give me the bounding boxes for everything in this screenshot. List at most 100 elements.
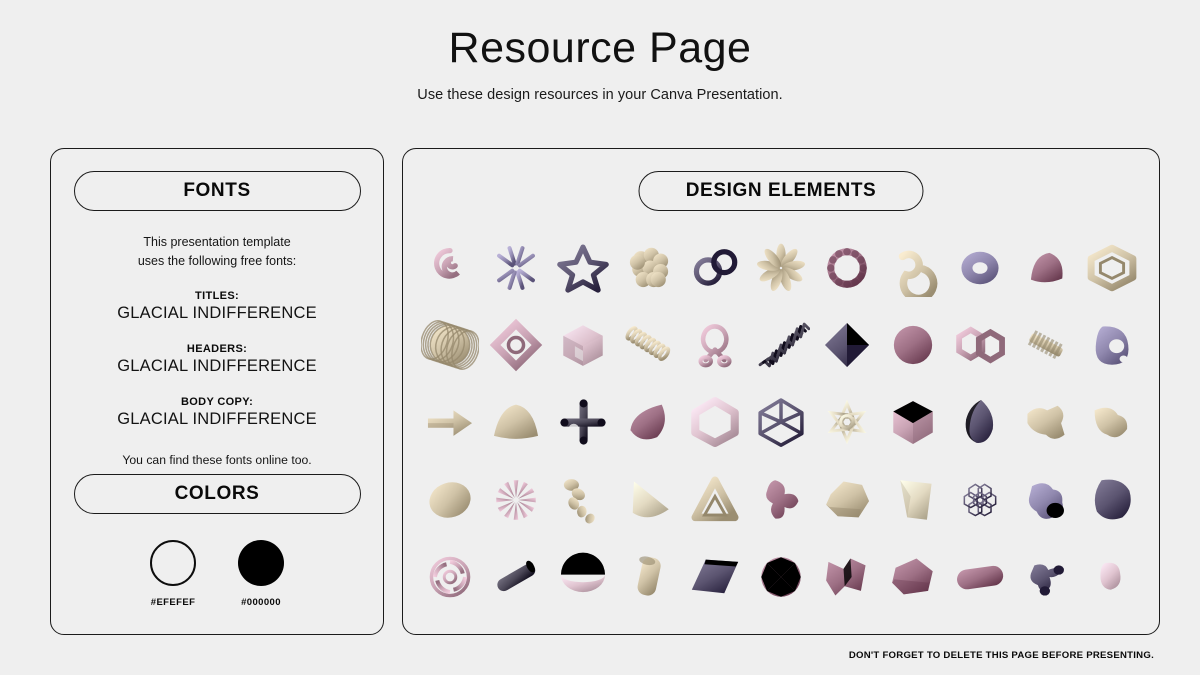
design-element-torus-donut[interactable] [949,233,1011,303]
design-element-faceted-sphere[interactable] [750,542,812,612]
design-element-bubble-cluster[interactable] [618,233,680,303]
design-element-petal-flower[interactable] [750,233,812,303]
design-element-pyramid-diamond[interactable] [816,310,878,380]
design-element-parallelogram-slab[interactable] [684,542,746,612]
hexagon-ring-icon [691,397,739,448]
design-element-half-dome[interactable] [552,542,614,612]
page-header: Resource Page Use these design resources… [0,0,1200,103]
design-element-screw-bolt[interactable] [1015,310,1077,380]
design-element-hexagon-ring[interactable] [684,387,746,457]
faceted-sphere-icon [761,557,801,598]
design-element-wireframe-cube[interactable] [750,387,812,457]
design-element-spiral-swirl[interactable] [419,233,481,303]
folded-wedge-icon [900,480,932,520]
color-dot-icon [150,540,197,586]
design-element-angular-stone[interactable] [882,542,944,612]
footer-reminder-note: DON'T FORGET TO DELETE THIS PAGE BEFORE … [848,650,1154,661]
design-element-striped-sphere[interactable] [882,310,944,380]
design-element-hollow-tube[interactable] [618,542,680,612]
petal-flower-icon [757,243,806,291]
zigzag-scribble-icon [758,322,811,368]
design-element-block-arrow[interactable] [419,387,481,457]
rounded-wedge-icon [1030,252,1063,282]
design-element-starburst-spokes[interactable] [485,233,547,303]
angled-cylinder-icon [497,561,536,592]
design-element-organic-branch[interactable] [750,465,812,535]
design-element-egg-ellipse[interactable] [419,465,481,535]
design-element-linked-rings[interactable] [684,233,746,303]
coil-spring-icon [625,326,670,362]
block-arrow-icon [428,410,473,437]
design-element-mesh-lattice[interactable] [949,465,1011,535]
bubble-cluster-icon [629,247,668,287]
color-swatch-efefef[interactable]: #EFEFEF [150,540,197,608]
mesh-lattice-icon [963,483,996,517]
design-element-outline-star[interactable] [552,233,614,303]
font-name-label: GLACIAL INDIFFERENCE [117,304,317,322]
design-element-triangle-knot[interactable] [684,465,746,535]
colors-section: COLORS #EFEFEF #000000 [51,474,383,608]
design-element-teardrop-cone[interactable] [618,387,680,457]
smooth-mound-icon [494,405,539,440]
outline-star-icon [556,244,609,293]
hollow-tube-icon [637,556,661,596]
font-role-label: BODY COPY: [180,396,254,408]
design-element-rounded-polygon[interactable] [1081,465,1143,535]
font-role-label: TITLES: [195,290,240,302]
pierced-blob-icon [1095,326,1129,365]
design-element-gear-wheel[interactable] [419,542,481,612]
design-element-chunky-arrow[interactable] [1015,387,1077,457]
design-element-faceted-rock[interactable] [816,465,878,535]
design-element-bent-form[interactable] [1081,387,1143,457]
design-element-yarn-sphere[interactable] [419,310,481,380]
design-element-loop-knot[interactable] [684,310,746,380]
design-element-splash-blob[interactable] [1015,542,1077,612]
parallelogram-slab-icon [691,559,739,594]
design-element-tube-cross[interactable] [552,387,614,457]
starburst-spokes-icon [493,245,540,290]
lumpy-blob-icon [1028,483,1064,519]
design-element-twisted-ring[interactable] [816,233,878,303]
design-element-gem-drop[interactable] [949,387,1011,457]
design-element-diamond-ring-frame[interactable] [485,310,547,380]
design-element-capsule-pill[interactable] [949,542,1011,612]
design-element-folded-wedge[interactable] [882,465,944,535]
fonts-intro-line-1: This presentation template [143,235,291,249]
design-element-small-nub[interactable] [1081,542,1143,612]
design-element-rounded-wedge[interactable] [1015,233,1077,303]
design-element-pierced-blob[interactable] [1081,310,1143,380]
small-nub-icon [1100,563,1121,591]
hexagon-frame-icon [1087,244,1137,291]
design-elements-panel: DESIGN ELEMENTS [402,148,1160,635]
design-element-smooth-mound[interactable] [485,387,547,457]
torus-donut-icon [960,251,999,284]
design-element-crumpled-form[interactable] [816,542,878,612]
half-dome-icon [560,552,605,593]
spiral-swirl-icon [434,247,461,279]
color-swatch-000000[interactable]: #000000 [238,540,285,608]
page-subtitle: Use these design resources in your Canva… [417,87,783,104]
design-element-angled-cylinder[interactable] [485,542,547,612]
fonts-intro-line-2: uses the following free fonts: [137,253,297,268]
spiky-star-icon [496,480,537,520]
screw-bolt-icon [1027,330,1063,360]
bent-form-icon [1094,408,1128,438]
design-element-curled-swirl[interactable] [882,233,944,303]
yarn-sphere-icon [421,320,480,371]
design-element-star-lattice[interactable] [816,387,878,457]
design-element-lumpy-blob[interactable] [1015,465,1077,535]
design-element-isometric-cube[interactable] [882,387,944,457]
faceted-rock-icon [826,481,870,518]
design-element-notched-cube[interactable] [552,310,614,380]
design-element-squiggle-chain[interactable] [552,465,614,535]
capsule-pill-icon [956,566,1003,590]
design-element-coil-spring[interactable] [618,310,680,380]
design-element-tilted-cone[interactable] [618,465,680,535]
gear-wheel-icon [429,556,471,598]
design-element-zigzag-scribble[interactable] [750,310,812,380]
twisted-ring-icon [827,247,868,288]
design-element-spiky-star[interactable] [485,465,547,535]
design-element-hexagon-frame[interactable] [1081,233,1143,303]
design-element-hexagon-links[interactable] [949,310,1011,380]
font-entry-headers: HEADERS: GLACIAL INDIFFERENCE [51,343,383,376]
